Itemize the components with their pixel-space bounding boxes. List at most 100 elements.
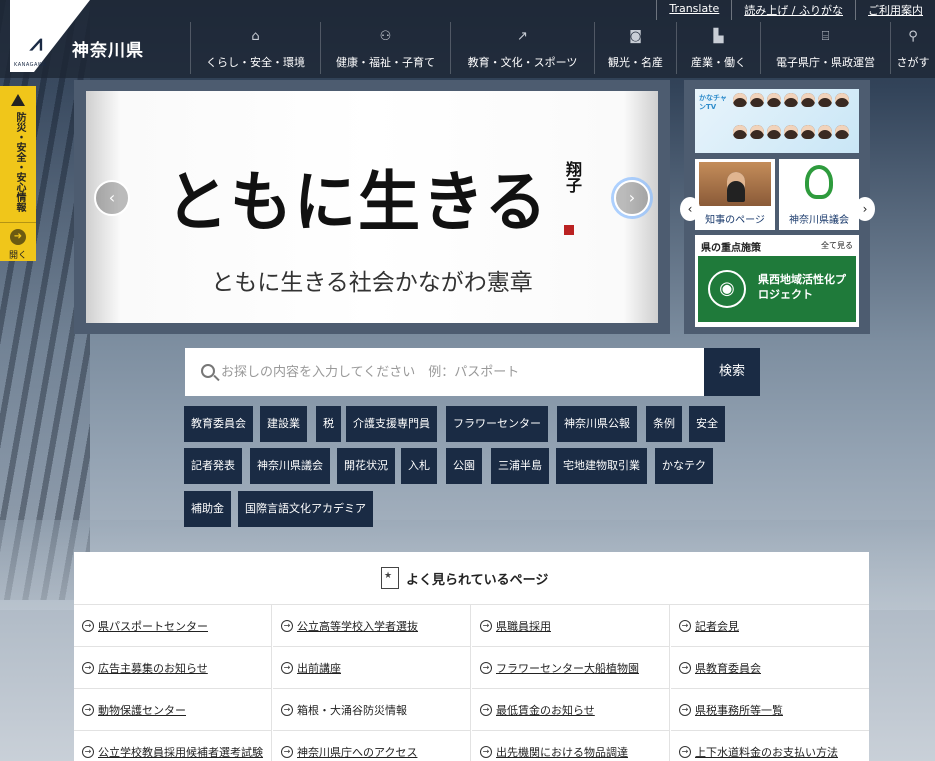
arrow-right-icon: ➜	[10, 229, 26, 245]
read-aloud-link[interactable]: 読み上げ / ふりがな	[731, 0, 855, 20]
popular-link[interactable]: → 県教育委員会	[671, 647, 869, 689]
tag-link[interactable]: 教育委員会	[184, 406, 253, 442]
council-card[interactable]: 神奈川県議会	[779, 159, 859, 230]
popular-link[interactable]: → 県パスポートセンター	[74, 605, 272, 647]
popular-link-text: 公立学校教員採用候補者選考試験	[98, 746, 263, 759]
popular-link[interactable]: → 公立学校教員採用候補者選考試験	[74, 731, 272, 761]
search-button[interactable]: 検索	[704, 348, 760, 396]
main-nav: ⌂ くらし・安全・環境 ⚇ 健康・福祉・子育て ↗ 教育・文化・スポーツ ◙ 観…	[190, 22, 935, 74]
carousel-next-button[interactable]: ›	[614, 180, 650, 216]
nav-item-health[interactable]: ⚇ 健康・福祉・子育て	[320, 22, 450, 74]
arrow-right-icon: →	[82, 746, 94, 758]
face	[801, 124, 815, 139]
tag-link[interactable]: 三浦半島	[491, 448, 549, 484]
face	[835, 124, 849, 139]
tag-link[interactable]: 安全	[689, 406, 725, 442]
arrow-right-icon: →	[480, 746, 492, 758]
policy-see-all-link[interactable]: 全て見る	[821, 240, 853, 251]
popular-link[interactable]: → 県職員採用	[472, 605, 670, 647]
nav-label: 健康・福祉・子育て	[336, 56, 435, 69]
arrow-right-icon: →	[82, 704, 94, 716]
nav-item-government[interactable]: ⌸ 電子県庁・県政運営	[760, 22, 890, 74]
popular-link[interactable]: → 神奈川県庁へのアクセス	[273, 731, 471, 761]
tag-link[interactable]: 宅地建物取引業	[556, 448, 647, 484]
policy-next-button[interactable]: ›	[855, 197, 875, 221]
tag-link[interactable]: 開花状況	[337, 448, 395, 484]
tag-link[interactable]: 条例	[646, 406, 682, 442]
governor-page-card[interactable]: 知事のページ	[695, 159, 775, 230]
tag-link[interactable]: 神奈川県議会	[250, 448, 330, 484]
face	[733, 124, 747, 139]
disaster-open-button[interactable]: ➜ 開く	[0, 222, 36, 261]
usage-guide-link[interactable]: ご利用案内	[855, 0, 935, 20]
search-input[interactable]	[221, 348, 691, 396]
nav-item-search[interactable]: ⚲ さがす	[890, 22, 935, 74]
disaster-label: 防災・安全・安心情報	[14, 112, 25, 212]
arrow-right-icon: →	[82, 662, 94, 674]
open-label: 開く	[8, 251, 27, 261]
council-logo-icon	[805, 165, 833, 199]
popular-link[interactable]: → 上下水道料金のお支払い方法	[671, 731, 869, 761]
tag-link[interactable]: 介護支援専門員	[346, 406, 437, 442]
popular-link[interactable]: → 箱根・大涌谷防災情報	[273, 689, 471, 731]
policy-prev-button[interactable]: ‹	[680, 197, 700, 221]
arrow-right-icon: →	[480, 620, 492, 632]
face	[767, 93, 781, 107]
translate-link[interactable]: Translate	[656, 0, 731, 20]
tag-link[interactable]: 公園	[446, 448, 482, 484]
tag-link[interactable]: 記者発表	[184, 448, 242, 484]
tag-link[interactable]: 神奈川県公報	[557, 406, 637, 442]
home-icon: ⌂	[251, 29, 260, 44]
search-box	[185, 348, 705, 396]
disaster-info-tab[interactable]: 防災・安全・安心情報 ➜ 開く	[0, 86, 36, 261]
nav-label: くらし・安全・環境	[206, 56, 305, 69]
popular-link[interactable]: → 出先機関における物品調達	[472, 731, 670, 761]
popular-link[interactable]: → 記者会見	[671, 605, 869, 647]
popular-link[interactable]: → 広告主募集のお知らせ	[74, 647, 272, 689]
nav-label: 産業・働く	[691, 56, 746, 69]
tag-link[interactable]: 建設業	[260, 406, 307, 442]
carousel-slide[interactable]: ともに生きる 翔子 ともに生きる社会かながわ憲章	[86, 91, 658, 323]
arrow-right-icon: →	[281, 746, 293, 758]
tag-link[interactable]: フラワーセンター	[446, 406, 548, 442]
face	[767, 124, 781, 139]
popular-link-text: 神奈川県庁へのアクセス	[297, 746, 418, 759]
camera-icon: ◙	[629, 29, 642, 44]
popular-link-text: 県パスポートセンター	[98, 620, 208, 633]
nav-item-tourism[interactable]: ◙ 観光・名産	[594, 22, 676, 74]
main-carousel: ともに生きる 翔子 ともに生きる社会かながわ憲章 ‹ ›	[74, 80, 670, 334]
bookmark-star-icon	[381, 567, 399, 589]
factory-icon: ▙	[713, 29, 724, 44]
site-title[interactable]: 神奈川県	[72, 36, 144, 61]
warning-icon	[11, 94, 25, 106]
popular-link[interactable]: → 出前講座	[273, 647, 471, 689]
popular-link[interactable]: → 動物保護センター	[74, 689, 272, 731]
popular-link-text: 県教育委員会	[695, 662, 761, 675]
arrow-right-icon: →	[281, 704, 293, 716]
carousel-prev-button[interactable]: ‹	[94, 180, 130, 216]
popular-link[interactable]: → 県税事務所等一覧	[671, 689, 869, 731]
tag-link[interactable]: 税	[316, 406, 341, 442]
nav-item-education[interactable]: ↗ 教育・文化・スポーツ	[450, 22, 594, 74]
nav-item-life[interactable]: ⌂ くらし・安全・環境	[190, 22, 320, 74]
tag-link[interactable]: 補助金	[184, 491, 231, 527]
policy-box: 県の重点施策 全て見る ◉ 県西地域活性化プロジェクト	[695, 235, 859, 327]
nav-label: 教育・文化・スポーツ	[467, 56, 578, 69]
popular-link-text: 広告主募集のお知らせ	[98, 662, 208, 675]
logo-subtext: KANAGAWA	[14, 62, 47, 68]
nav-item-industry[interactable]: ▙ 産業・働く	[676, 22, 760, 74]
tag-link[interactable]: 国際言語文化アカデミア	[238, 491, 373, 527]
family-icon: ⚇	[379, 29, 392, 44]
tag-link[interactable]: かなテク	[655, 448, 713, 484]
popular-link[interactable]: → 公立高等学校入学者選抜	[273, 605, 471, 647]
council-label: 神奈川県議会	[789, 215, 849, 226]
popular-link[interactable]: → フラワーセンター大船植物園	[472, 647, 670, 689]
tag-link[interactable]: 入札	[401, 448, 437, 484]
arrow-right-icon: →	[679, 746, 691, 758]
popular-link[interactable]: → 最低賃金のお知らせ	[472, 689, 670, 731]
kanachan-tv-banner[interactable]: かなチャンTV	[695, 89, 859, 153]
popular-link-text: 出先機関における物品調達	[496, 746, 628, 759]
policy-banner[interactable]: ◉ 県西地域活性化プロジェクト	[698, 256, 856, 322]
face	[835, 93, 849, 107]
side-panel: かなチャンTV 知事のページ 神奈川県議会 県の重点施策 全て見る ◉ 県西地域…	[684, 80, 870, 334]
